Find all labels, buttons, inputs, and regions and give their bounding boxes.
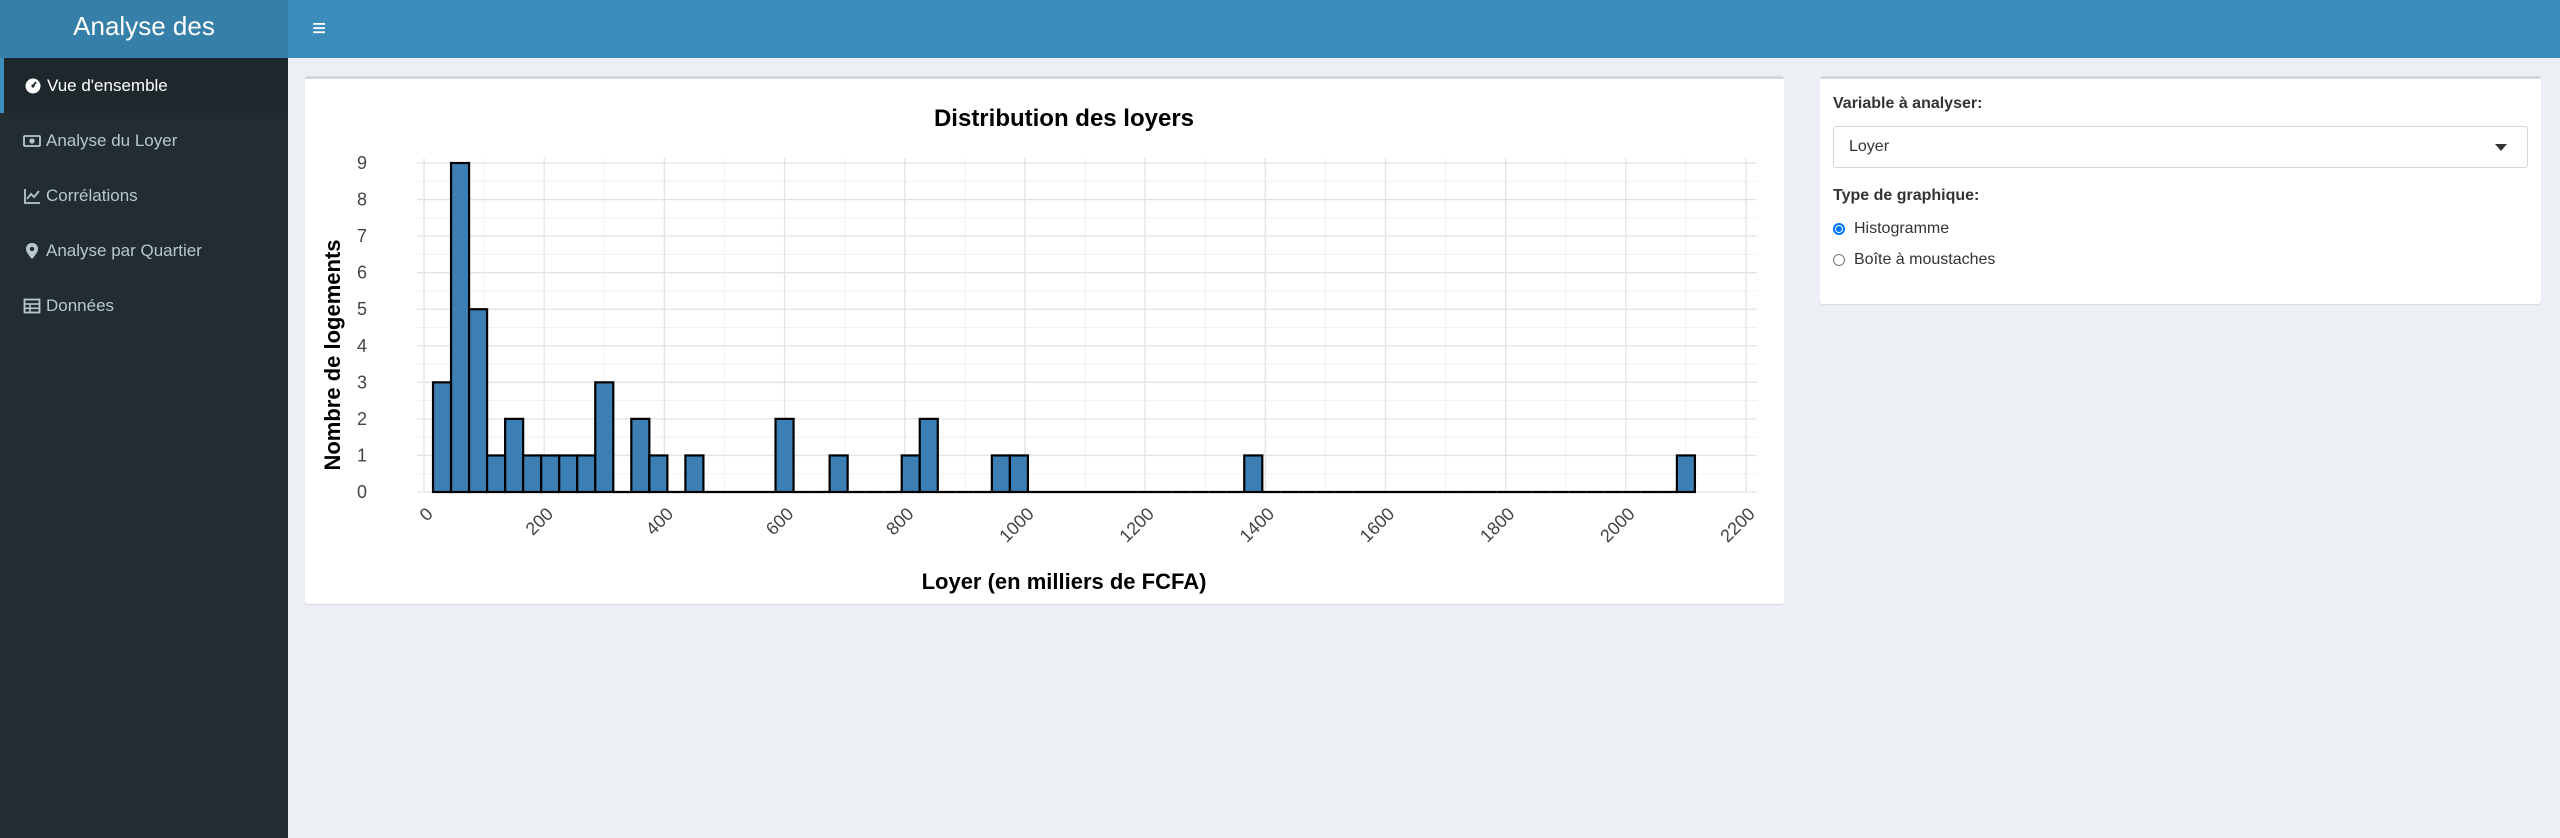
x-tick-label: 2200 xyxy=(1716,504,1758,546)
histogram-bar xyxy=(630,417,651,494)
histogram-bar xyxy=(594,381,615,494)
y-tick-label: 5 xyxy=(357,299,367,319)
histogram-bar xyxy=(828,454,849,494)
histogram-chart: Distribution des loyers 0 1 2 3 4 5 6 7 8 9 0 200 4… xyxy=(320,105,1759,594)
histogram-bar xyxy=(990,454,1011,494)
variable-select[interactable]: Loyer xyxy=(1833,126,2528,168)
histogram-bar xyxy=(576,454,597,494)
radio-histogramme[interactable]: Histogramme xyxy=(1833,220,1949,238)
histogram-bar xyxy=(449,161,471,494)
x-tick-label: 1600 xyxy=(1356,504,1398,546)
sidebar-toggle-icon[interactable]: ≡ xyxy=(302,12,336,46)
histogram-bar xyxy=(1008,454,1030,494)
chart-type-label: Type de graphique: xyxy=(1833,187,1980,204)
dashboard-icon xyxy=(23,77,43,95)
histogram-bar xyxy=(1243,454,1264,494)
y-tick-label: 8 xyxy=(357,190,367,210)
x-tick-label: 1400 xyxy=(1236,504,1278,546)
histogram-bar xyxy=(900,454,921,494)
y-tick-label: 0 xyxy=(357,482,367,502)
line-chart-icon xyxy=(22,187,42,205)
histogram-bar xyxy=(431,381,453,494)
x-axis-label: Loyer (en milliers de FCFA) xyxy=(922,569,1207,594)
variable-label: Variable à analyser: xyxy=(1833,95,1983,112)
radio-button-unchecked[interactable] xyxy=(1833,254,1845,266)
variable-select-value: Loyer xyxy=(1849,138,1890,155)
sidebar-item-label: Vue d'ensemble xyxy=(47,75,168,95)
sidebar-item-correlations[interactable]: Corrélations xyxy=(0,168,288,223)
histogram-bar xyxy=(558,454,579,494)
x-tick-label: 2000 xyxy=(1596,504,1638,546)
y-tick-label: 7 xyxy=(357,226,367,246)
money-icon xyxy=(22,132,42,150)
y-tick-label: 9 xyxy=(357,153,367,173)
histogram-bar xyxy=(648,454,669,494)
controls-box: Variable à analyser: Loyer Type de graph… xyxy=(1820,76,2541,304)
sidebar-item-analyse-loyer[interactable]: Analyse du Loyer xyxy=(0,113,288,168)
histogram-bar xyxy=(684,454,705,494)
y-tick-label: 4 xyxy=(357,336,367,356)
chart-box: Distribution des loyers 0 1 2 3 4 5 6 7 8 9 0 200 4… xyxy=(305,76,1784,604)
sidebar-item-label: Analyse du Loyer xyxy=(46,130,178,150)
x-tick-label: 400 xyxy=(642,504,677,539)
histogram-bar xyxy=(918,417,939,494)
histogram-bar xyxy=(467,308,489,494)
histogram-bar xyxy=(504,417,525,494)
y-axis-label: Nombre de logements xyxy=(320,239,345,470)
x-tick-label: 1800 xyxy=(1476,504,1518,546)
y-tick-label: 1 xyxy=(357,445,367,465)
x-tick-label: 1200 xyxy=(1115,504,1157,546)
map-marker-icon xyxy=(22,242,42,260)
histogram-bar xyxy=(522,454,543,494)
sidebar-item-label: Corrélations xyxy=(46,185,138,205)
radio-label: Boîte à moustaches xyxy=(1854,251,1996,268)
y-tick-label: 3 xyxy=(357,372,367,392)
table-icon xyxy=(22,297,42,315)
sidebar-item-vue-ensemble[interactable]: Vue d'ensemble xyxy=(0,58,288,113)
x-tick-label: 200 xyxy=(522,504,557,539)
radio-label: Histogramme xyxy=(1854,220,1950,237)
sidebar-menu: Vue d'ensemble Analyse du Loyer Corrélat… xyxy=(0,58,288,333)
y-tick-label: 2 xyxy=(357,409,367,429)
histogram-bar xyxy=(485,454,507,494)
y-tick-label: 6 xyxy=(357,263,367,283)
sidebar-item-donnees[interactable]: Données xyxy=(0,278,288,333)
radio-button-checked[interactable] xyxy=(1833,223,1845,235)
x-tick-label: 1000 xyxy=(995,504,1037,546)
x-tick-label: 800 xyxy=(882,504,917,539)
chevron-down-icon xyxy=(2495,144,2507,151)
x-tick-label: 0 xyxy=(416,504,437,525)
app-title: Analyse des xyxy=(0,0,288,58)
sidebar-item-analyse-quartier[interactable]: Analyse par Quartier xyxy=(0,223,288,278)
sidebar: Analyse des Vue d'ensemble Analyse du Lo… xyxy=(0,0,288,838)
top-navbar: ≡ xyxy=(288,0,2560,58)
x-tick-label: 600 xyxy=(762,504,797,539)
sidebar-item-label: Données xyxy=(46,295,115,315)
chart-title: Distribution des loyers xyxy=(934,105,1194,132)
histogram-bar xyxy=(774,417,795,494)
histogram-bar xyxy=(1675,454,1697,494)
sidebar-item-label: Analyse par Quartier xyxy=(46,240,202,260)
histogram-bar xyxy=(540,454,561,494)
radio-boite-moustaches[interactable]: Boîte à moustaches xyxy=(1833,251,1995,269)
